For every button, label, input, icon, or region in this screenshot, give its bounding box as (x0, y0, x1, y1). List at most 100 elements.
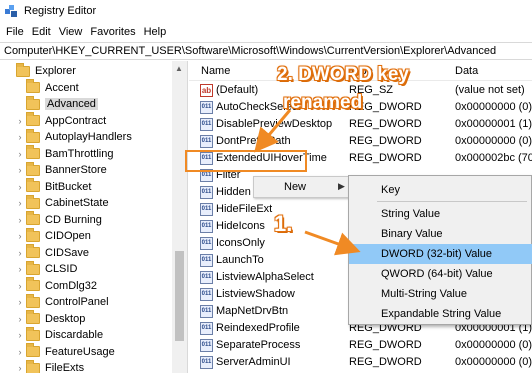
registry-editor-icon (4, 4, 18, 18)
chevron-right-icon[interactable]: › (14, 314, 26, 324)
tree-item[interactable]: › AppContract (14, 112, 106, 129)
tree-item[interactable]: › BitBucket (14, 178, 91, 195)
chevron-right-icon[interactable]: › (14, 231, 26, 241)
chevron-right-icon[interactable]: › (14, 363, 26, 373)
chevron-right-icon[interactable]: › (14, 297, 26, 307)
tree-item[interactable]: › Discardable (14, 326, 104, 343)
chevron-right-icon[interactable]: › (14, 281, 26, 291)
chevron-right-icon[interactable]: › (14, 182, 26, 192)
tree-item[interactable]: › ComDlg32 (14, 277, 97, 294)
menu-edit[interactable]: Edit (28, 26, 55, 38)
key-tree[interactable]: Explorer Accent Advanced › AppContract › Autop… (0, 61, 188, 373)
value-data: 0x00000000 (0) (455, 135, 532, 147)
tree-scrollbar[interactable]: ▲ (172, 61, 187, 373)
chevron-right-icon[interactable]: › (14, 132, 26, 142)
new-menu-label: New (284, 181, 307, 193)
tree-item-label: CIDSave (45, 246, 90, 259)
folder-icon (26, 260, 40, 275)
tree-item[interactable]: › CabinetState (14, 194, 109, 211)
submenu-item[interactable]: Expandable String Value (349, 304, 532, 324)
tree-item-label: BannerStore (45, 164, 107, 176)
tree-item[interactable]: › ControlPanel (14, 293, 109, 310)
chevron-right-icon[interactable]: › (14, 248, 26, 258)
submenu-separator (377, 201, 527, 202)
tree-item-label: Accent (45, 81, 79, 94)
submenu-item[interactable]: DWORD (32-bit) Value (349, 244, 532, 264)
tree-item[interactable]: › BamThrottling (14, 145, 113, 162)
binary-value-icon: 011 (200, 339, 213, 352)
value-name: IconsOnly (216, 237, 265, 249)
tree-item[interactable]: › CD Burning (14, 211, 102, 228)
value-name: ListviewShadow (216, 288, 295, 300)
submenu-item[interactable]: Multi-String Value (349, 284, 532, 304)
tree-item[interactable]: › CLSID (14, 260, 77, 277)
scroll-up-icon[interactable]: ▲ (175, 64, 183, 73)
address-path: Computer\HKEY_CURRENT_USER\Software\Micr… (4, 45, 497, 57)
tree-item[interactable]: › FileExts (14, 359, 85, 373)
tree-item[interactable]: Accent (14, 79, 79, 96)
new-submenu: Key String Value Binary Value DWORD (32-bit… (348, 175, 532, 325)
tree-item[interactable]: › AutoplayHandlers (14, 128, 132, 145)
string-value-icon: ab (200, 84, 213, 97)
value-data: 0x00000000 (0) (455, 339, 532, 351)
tree-scroll-thumb[interactable] (175, 251, 184, 341)
value-row[interactable]: 011 DisablePreviewDesktop REG_DWORD 0x00000… (189, 116, 532, 133)
tree-item[interactable]: › CIDOpen (14, 227, 91, 244)
value-data: 0x00000000 (0) (455, 101, 532, 113)
value-row[interactable]: 011 DontPrettyPath REG_DWORD 0x00000000 (0) (189, 133, 532, 150)
chevron-right-icon[interactable]: › (14, 149, 26, 159)
menu-help[interactable]: Help (140, 26, 171, 38)
binary-value-icon: 011 (200, 271, 213, 284)
tree-item[interactable]: › Desktop (14, 310, 85, 327)
menu-view[interactable]: View (55, 26, 87, 38)
chevron-right-icon[interactable]: › (14, 165, 26, 175)
submenu-item[interactable]: Key (349, 180, 532, 200)
menu-favorites[interactable]: Favorites (86, 26, 139, 38)
chevron-right-icon[interactable]: › (14, 347, 26, 357)
binary-value-icon: 011 (200, 254, 213, 267)
column-data-header[interactable]: Data (455, 65, 478, 77)
binary-value-icon: 011 (200, 203, 213, 216)
value-name: MapNetDrvBtn (216, 305, 289, 317)
tree-item-label: FileExts (45, 362, 85, 373)
submenu-item[interactable]: Binary Value (349, 224, 532, 244)
folder-icon (16, 62, 30, 77)
folder-icon (26, 293, 40, 308)
chevron-right-icon[interactable]: › (14, 198, 26, 208)
binary-value-icon: 011 (200, 237, 213, 250)
tree-item-label: Discardable (45, 329, 104, 341)
tree-item-label: Advanced (45, 98, 98, 110)
submenu-item[interactable]: String Value (349, 204, 532, 224)
value-row[interactable]: 011 ServerAdminUI REG_DWORD 0x00000000 (0) (189, 354, 532, 371)
menu-file[interactable]: File (2, 26, 28, 38)
address-bar[interactable]: Computer\HKEY_CURRENT_USER\Software\Micr… (0, 42, 532, 60)
tree-item[interactable]: › CIDSave (14, 244, 90, 261)
value-type: REG_DWORD (349, 135, 422, 147)
value-name: Hidden (216, 186, 251, 198)
annotation-step-2: 2. DWORD key (277, 64, 409, 85)
binary-value-icon: 011 (200, 288, 213, 301)
tree-item[interactable]: › FeatureUsage (14, 343, 115, 360)
title-bar: Registry Editor (0, 0, 532, 22)
tree-item-label: CD Burning (45, 213, 102, 226)
tree-item-label: Explorer (35, 65, 76, 77)
value-name: HideIcons (216, 220, 265, 232)
tree-item[interactable]: › BannerStore (14, 161, 107, 178)
chevron-right-icon: ▶ (338, 181, 345, 191)
folder-icon (26, 161, 40, 176)
chevron-right-icon[interactable]: › (14, 330, 26, 340)
tree-item[interactable]: Advanced (14, 95, 98, 112)
chevron-right-icon[interactable]: › (14, 116, 26, 126)
value-row[interactable]: 011 SeparateProcess REG_DWORD 0x00000000 (0… (189, 337, 532, 354)
folder-icon (26, 178, 40, 192)
value-name: LaunchTo (216, 254, 264, 266)
chevron-right-icon[interactable]: › (14, 215, 26, 225)
folder-icon (26, 343, 40, 357)
binary-value-icon: 011 (200, 322, 213, 335)
column-name-header[interactable]: Name (201, 65, 230, 77)
submenu-item[interactable]: QWORD (64-bit) Value (349, 264, 532, 284)
tree-item[interactable]: Explorer (4, 62, 76, 79)
chevron-right-icon[interactable]: › (14, 264, 26, 274)
context-menu-new[interactable]: New ▶ (253, 176, 353, 198)
folder-icon (26, 359, 40, 373)
